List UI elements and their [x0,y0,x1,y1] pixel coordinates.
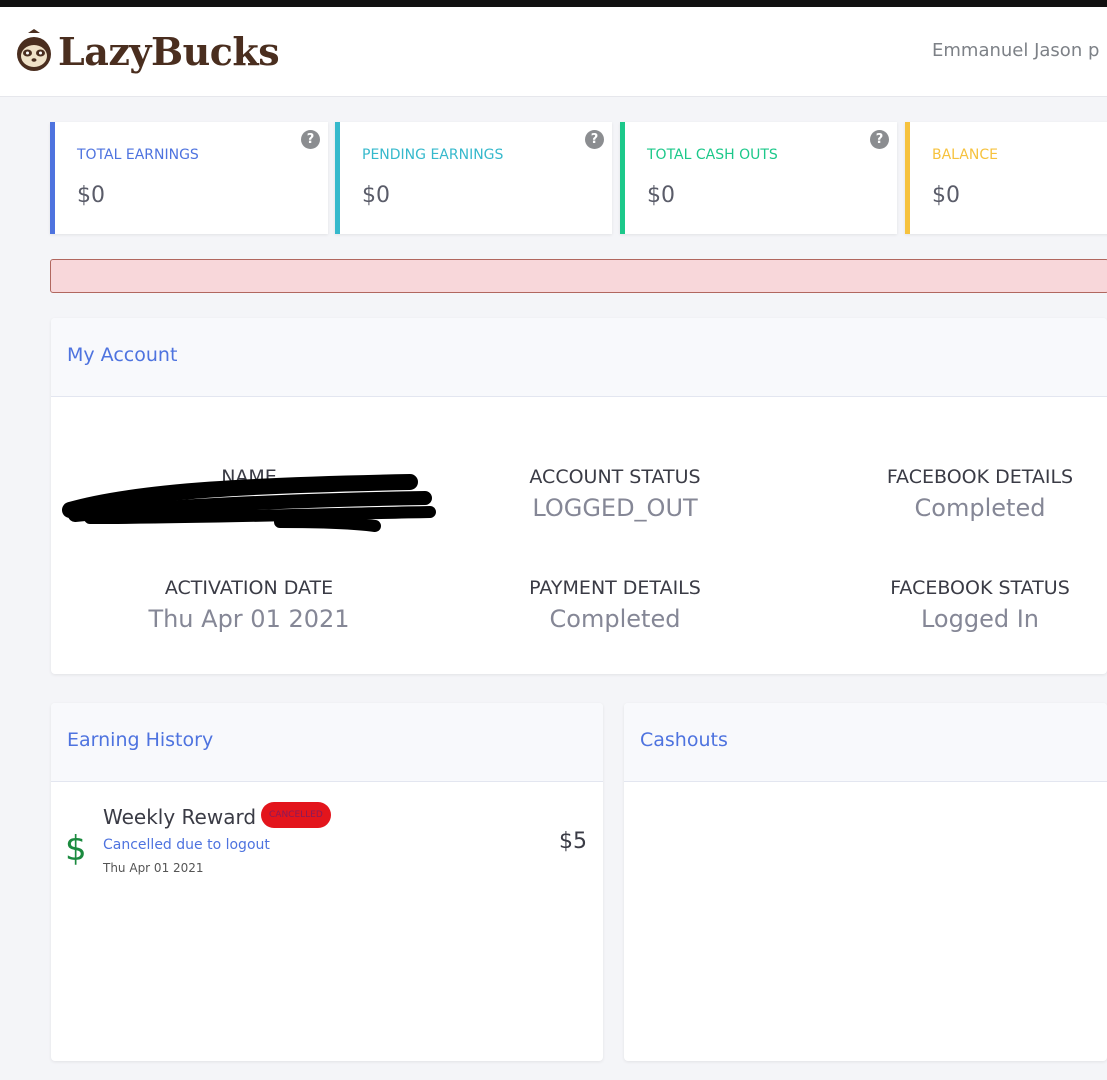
account-status-field: ACCOUNT STATUS LOGGED_OUT [465,466,765,522]
stat-label: TOTAL CASH OUTS [647,147,778,163]
activation-date-value: Thu Apr 01 2021 [148,605,350,633]
stat-label: BALANCE [932,147,998,163]
earning-date: Thu Apr 01 2021 [103,861,204,875]
stat-card-balance: BALANCE $0 [905,122,1107,234]
top-edge [0,0,1107,7]
list-item[interactable]: $ Weekly Reward CANCELLED Cancelled due … [51,799,603,889]
name-redaction [62,474,436,532]
stat-card-pending-earnings: PENDING EARNINGS $0 ? [335,122,612,234]
facebook-status-field: FACEBOOK STATUS Logged In [830,577,1107,633]
cashouts-panel: Cashouts [624,703,1107,1061]
earning-note: Cancelled due to logout [103,837,270,853]
facebook-details-field: FACEBOOK DETAILS Completed [830,466,1107,522]
panel-header: Earning History [51,703,603,782]
dollar-icon: $ [65,829,87,869]
facebook-status-label: FACEBOOK STATUS [890,577,1070,599]
stat-card-total-cash-outs: TOTAL CASH OUTS $0 ? [620,122,897,234]
stat-value: $0 [362,183,390,208]
activation-date-label: ACTIVATION DATE [164,577,334,599]
payment-details-value: Completed [549,605,681,633]
help-icon[interactable]: ? [301,130,320,149]
stat-value: $0 [647,183,675,208]
top-navbar: LazyBucks Emmanuel Jason p [0,7,1107,97]
earning-history-panel: Earning History $ Weekly Reward CANCELLE… [51,703,603,1061]
payment-details-field: PAYMENT DETAILS Completed [465,577,765,633]
panel-header: Cashouts [624,703,1107,782]
facebook-details-label: FACEBOOK DETAILS [886,466,1074,488]
account-status-value: LOGGED_OUT [532,494,698,522]
status-badge: CANCELLED [261,802,331,828]
account-status-label: ACCOUNT STATUS [529,466,701,488]
sloth-logo-icon [17,29,51,71]
panel-title: My Account [67,344,178,366]
facebook-details-value: Completed [914,494,1046,522]
stat-label: PENDING EARNINGS [362,147,504,163]
user-menu[interactable]: Emmanuel Jason p [932,40,1099,61]
brand-logo[interactable]: LazyBucks [14,27,280,75]
help-icon[interactable]: ? [585,130,604,149]
payment-details-label: PAYMENT DETAILS [529,577,701,599]
alert-bar [50,259,1107,293]
panel-header: My Account [51,318,1107,397]
earning-amount: $5 [559,829,587,854]
facebook-status-value: Logged In [920,605,1040,633]
stat-card-total-earnings: TOTAL EARNINGS $0 ? [50,122,328,234]
stat-value: $0 [932,183,960,208]
panel-title: Earning History [67,729,214,751]
earning-title: Weekly Reward [103,805,257,829]
help-icon[interactable]: ? [870,130,889,149]
brand-name: LazyBucks [58,28,280,74]
activation-date-field: ACTIVATION DATE Thu Apr 01 2021 [99,577,399,633]
stat-value: $0 [77,183,105,208]
panel-title: Cashouts [640,729,728,751]
stat-label: TOTAL EARNINGS [77,147,199,163]
